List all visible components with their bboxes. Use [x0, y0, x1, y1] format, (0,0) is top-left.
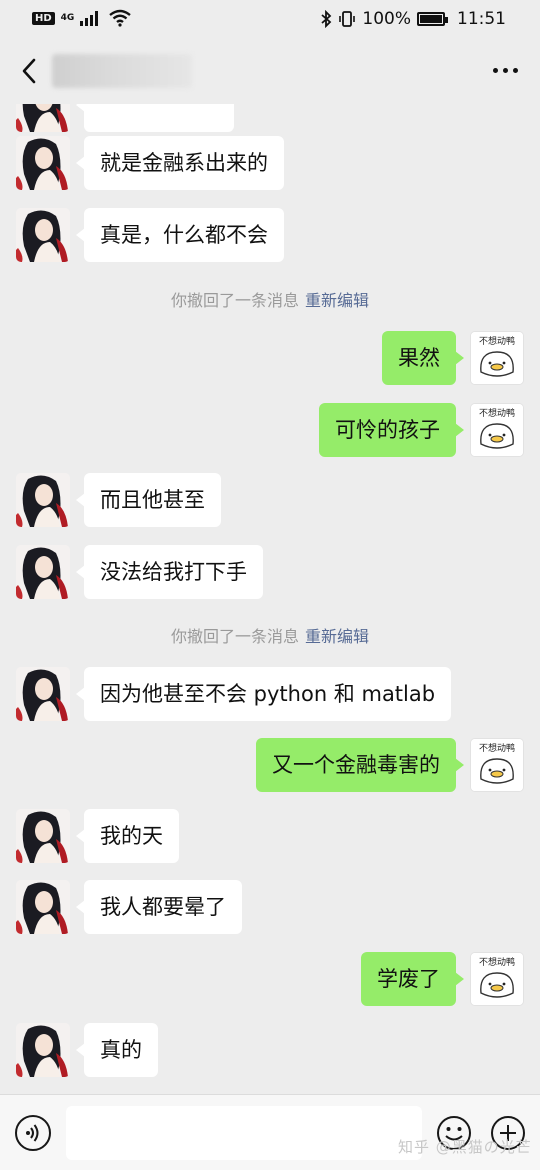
network-type: 4G	[60, 13, 75, 23]
contact-avatar[interactable]	[16, 545, 70, 599]
girl-avatar-image	[16, 667, 70, 721]
duck-avatar-image: 不想动鸭	[471, 404, 523, 456]
message-outgoing: 可怜的孩子 不想动鸭	[0, 403, 540, 457]
recall-notice: 你撤回了一条消息 重新编辑	[0, 623, 540, 647]
message-bubble[interactable]: 而且他甚至	[76, 473, 221, 527]
girl-avatar-image	[16, 473, 70, 527]
message-incoming: 我的天	[0, 809, 540, 863]
battery-percent: 100%	[362, 9, 411, 29]
bluetooth-icon	[321, 10, 332, 28]
message-bubble[interactable]: 果然	[382, 331, 464, 385]
re-edit-link[interactable]: 重新编辑	[305, 291, 369, 310]
voice-button[interactable]	[15, 1115, 51, 1151]
chevron-left-icon	[22, 58, 36, 84]
message-bubble[interactable]: 没法给我打下手	[76, 545, 263, 599]
message-outgoing: 又一个金融毒害的 不想动鸭	[0, 738, 540, 792]
message-bubble[interactable]: 因为他甚至不会 python 和 matlab	[75, 667, 452, 721]
message-bubble[interactable]: 又一个金融毒害的	[256, 738, 464, 792]
contact-avatar[interactable]	[16, 1023, 70, 1077]
contact-avatar[interactable]	[16, 208, 70, 262]
message-bubble[interactable]	[76, 104, 234, 132]
message-bubble[interactable]: 真的	[76, 1023, 158, 1077]
girl-avatar-image	[16, 809, 70, 863]
duck-avatar-image: 不想动鸭	[471, 332, 523, 384]
contact-avatar[interactable]	[16, 104, 70, 132]
message-incoming-partial	[0, 104, 540, 132]
my-avatar[interactable]: 不想动鸭	[470, 738, 524, 792]
vibrate-icon	[339, 11, 356, 27]
svg-text:不想动鸭: 不想动鸭	[479, 742, 515, 754]
battery-icon	[417, 12, 448, 26]
input-bar	[0, 1094, 540, 1170]
message-incoming: 我人都要晕了	[0, 880, 540, 934]
message-bubble[interactable]: 我的天	[76, 809, 179, 863]
voice-icon	[26, 1124, 39, 1142]
wifi-icon	[109, 9, 132, 27]
my-avatar[interactable]: 不想动鸭	[470, 403, 524, 457]
message-incoming: 真的	[0, 1023, 540, 1077]
re-edit-link[interactable]: 重新编辑	[305, 627, 369, 646]
recall-notice: 你撤回了一条消息 重新编辑	[0, 287, 540, 311]
message-incoming: 真是，什么都不会	[0, 208, 540, 262]
back-button[interactable]	[14, 54, 44, 88]
girl-avatar-image	[16, 1023, 70, 1077]
message-incoming: 而且他甚至	[0, 473, 540, 527]
message-list[interactable]: 就是金融系出来的 真是，什么都不会 你撤回了一条消息 重新编辑 果然 不想动鸭 可…	[0, 104, 540, 1094]
girl-avatar-image	[16, 208, 70, 262]
message-outgoing: 学废了 不想动鸭	[0, 952, 540, 1006]
watermark: 知乎 @黑猫の光芒	[398, 1138, 532, 1156]
more-button[interactable]	[493, 68, 518, 73]
contact-avatar[interactable]	[16, 880, 70, 934]
svg-text:不想动鸭: 不想动鸭	[479, 335, 515, 347]
girl-avatar-image	[16, 136, 70, 190]
message-bubble[interactable]: 学废了	[361, 952, 464, 1006]
duck-avatar-image: 不想动鸭	[471, 953, 523, 1005]
message-incoming: 就是金融系出来的	[0, 136, 540, 190]
cellular-signal-icon	[80, 11, 99, 26]
girl-avatar-image	[16, 545, 70, 599]
message-incoming: 没法给我打下手	[0, 545, 540, 599]
svg-text:不想动鸭: 不想动鸭	[479, 956, 515, 968]
message-bubble[interactable]: 可怜的孩子	[319, 403, 464, 457]
contact-avatar[interactable]	[16, 136, 70, 190]
message-outgoing: 果然 不想动鸭	[0, 331, 540, 385]
message-bubble[interactable]: 真是，什么都不会	[76, 208, 284, 262]
duck-avatar-image: 不想动鸭	[471, 739, 523, 791]
contact-avatar[interactable]	[16, 809, 70, 863]
my-avatar[interactable]: 不想动鸭	[470, 331, 524, 385]
recall-notice-text: 你撤回了一条消息	[170, 627, 299, 646]
recall-notice-text: 你撤回了一条消息	[170, 291, 299, 310]
my-avatar[interactable]: 不想动鸭	[470, 952, 524, 1006]
message-bubble[interactable]: 就是金融系出来的	[76, 136, 284, 190]
chat-header	[0, 38, 540, 104]
message-input[interactable]	[66, 1106, 422, 1160]
message-incoming: 因为他甚至不会 python 和 matlab	[0, 667, 540, 721]
contact-avatar[interactable]	[16, 473, 70, 527]
message-bubble[interactable]: 我人都要晕了	[76, 880, 242, 934]
more-dots-icon	[493, 68, 498, 73]
chat-title	[52, 54, 192, 88]
girl-avatar-image	[16, 880, 70, 934]
clock: 11:51	[457, 9, 506, 29]
contact-avatar[interactable]	[16, 667, 70, 721]
hd-badge: HD	[32, 11, 55, 25]
svg-text:不想动鸭: 不想动鸭	[479, 407, 515, 419]
status-bar: HD 4G 100% 11:51	[0, 0, 540, 38]
girl-avatar-image	[16, 104, 70, 132]
